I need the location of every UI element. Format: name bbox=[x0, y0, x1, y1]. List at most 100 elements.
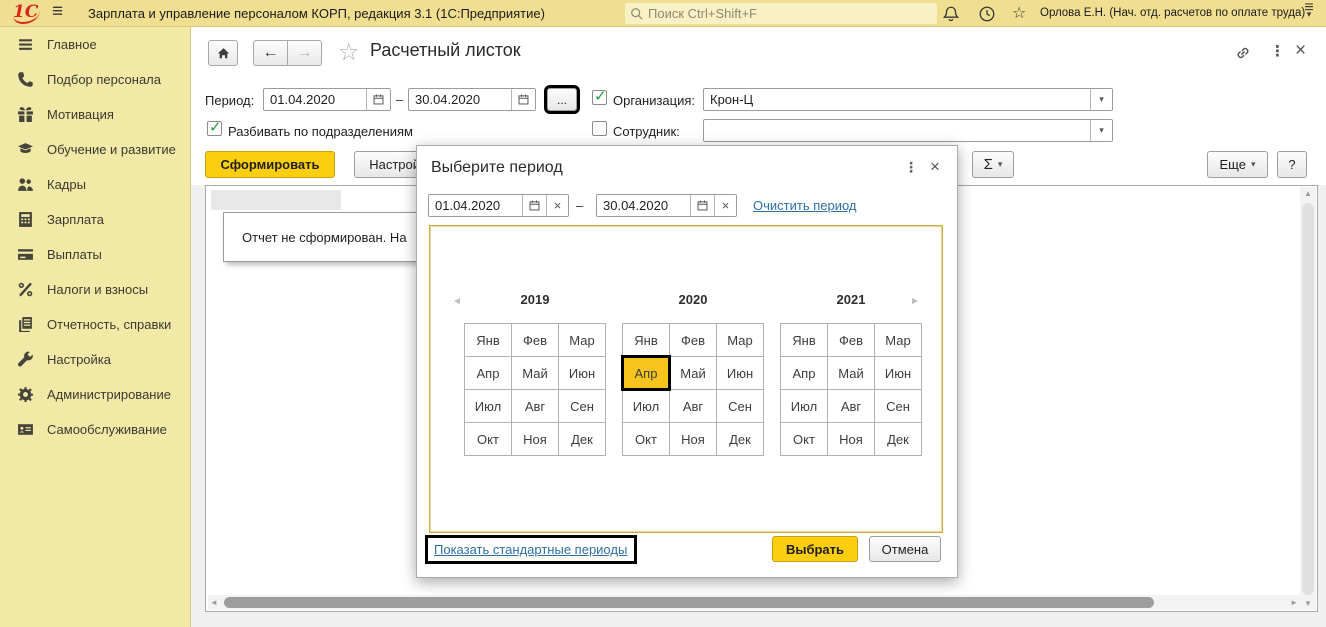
period-to-value[interactable]: 30.04.2020 bbox=[409, 89, 511, 110]
help-button[interactable]: ? bbox=[1277, 151, 1307, 178]
month-cell-мар-2020[interactable]: Мар bbox=[717, 324, 763, 356]
organization-combo[interactable]: Крон-Ц ▾ bbox=[703, 88, 1113, 111]
vertical-scroll-thumb[interactable] bbox=[1302, 203, 1314, 595]
month-cell-дек-2020[interactable]: Дек bbox=[717, 423, 763, 455]
month-cell-июл-2021[interactable]: Июл bbox=[781, 390, 827, 422]
generate-report-button[interactable]: Сформировать bbox=[205, 151, 335, 178]
sidebar-item-выплаты[interactable]: Выплаты bbox=[0, 237, 190, 272]
scroll-left-icon[interactable]: ◄ bbox=[210, 595, 218, 610]
more-menu-icon[interactable]: ⋮ bbox=[1270, 42, 1285, 60]
dropdown-caret-icon[interactable]: ▾ bbox=[1090, 120, 1112, 141]
month-cell-фев-2021[interactable]: Фев bbox=[828, 324, 874, 356]
main-menu-icon[interactable]: ≡ bbox=[52, 1, 63, 23]
calendar-picker-icon[interactable] bbox=[522, 195, 546, 216]
organization-checkbox[interactable]: ✓ bbox=[592, 90, 607, 105]
calendar-picker-icon[interactable] bbox=[366, 89, 390, 110]
month-cell-янв-2020[interactable]: Янв bbox=[623, 324, 669, 356]
month-cell-окт-2019[interactable]: Окт bbox=[465, 423, 511, 455]
history-icon[interactable] bbox=[978, 5, 996, 23]
calendar-prev-icon[interactable]: ◄ bbox=[452, 296, 462, 307]
period-from-field[interactable]: 01.04.2020 bbox=[263, 88, 391, 111]
employee-checkbox[interactable] bbox=[592, 121, 607, 136]
scroll-up-icon[interactable]: ▲ bbox=[1300, 189, 1316, 198]
dialog-period-from-value[interactable]: 01.04.2020 bbox=[429, 195, 522, 216]
horizontal-scrollbar[interactable]: ◄ ► bbox=[208, 595, 1300, 610]
sidebar-item-главное[interactable]: Главное bbox=[0, 27, 190, 62]
cancel-button[interactable]: Отмена bbox=[869, 536, 941, 562]
month-cell-авг-2021[interactable]: Авг bbox=[828, 390, 874, 422]
month-cell-фев-2020[interactable]: Фев bbox=[670, 324, 716, 356]
month-cell-май-2020[interactable]: Май bbox=[670, 357, 716, 389]
sidebar-item-зарплата[interactable]: Зарплата bbox=[0, 202, 190, 237]
month-cell-апр-2020[interactable]: Апр bbox=[623, 357, 669, 389]
month-cell-авг-2020[interactable]: Авг bbox=[670, 390, 716, 422]
dialog-period-to-field[interactable]: 30.04.2020 × bbox=[596, 194, 737, 217]
dialog-more-icon[interactable]: ⋮ bbox=[904, 159, 918, 176]
month-cell-июн-2021[interactable]: Июн bbox=[875, 357, 921, 389]
employee-value[interactable] bbox=[704, 120, 1090, 141]
month-cell-ноя-2020[interactable]: Ноя bbox=[670, 423, 716, 455]
month-cell-авг-2019[interactable]: Авг bbox=[512, 390, 558, 422]
month-cell-янв-2019[interactable]: Янв bbox=[465, 324, 511, 356]
close-form-icon[interactable]: × bbox=[1295, 40, 1306, 62]
favorite-star-icon[interactable]: ☆ bbox=[338, 38, 360, 67]
horizontal-scroll-thumb[interactable] bbox=[224, 597, 1154, 608]
month-cell-июл-2019[interactable]: Июл bbox=[465, 390, 511, 422]
favorites-star-icon[interactable]: ☆ bbox=[1012, 3, 1026, 23]
user-menu-icon[interactable]: ≡▾ bbox=[1299, 2, 1319, 20]
sidebar-item-самообслуживание[interactable]: Самообслуживание bbox=[0, 412, 190, 447]
dialog-period-to-value[interactable]: 30.04.2020 bbox=[597, 195, 690, 216]
sidebar-item-кадры[interactable]: Кадры bbox=[0, 167, 190, 202]
month-cell-сен-2020[interactable]: Сен bbox=[717, 390, 763, 422]
notifications-bell-icon[interactable] bbox=[942, 5, 960, 23]
sidebar-item-настройка[interactable]: Настройка bbox=[0, 342, 190, 377]
clear-date-icon[interactable]: × bbox=[714, 195, 736, 216]
sidebar-item-мотивация[interactable]: Мотивация bbox=[0, 97, 190, 132]
clear-date-icon[interactable]: × bbox=[546, 195, 568, 216]
month-cell-мар-2021[interactable]: Мар bbox=[875, 324, 921, 356]
sidebar-item-налоги-и-взносы[interactable]: Налоги и взносы bbox=[0, 272, 190, 307]
dropdown-caret-icon[interactable]: ▾ bbox=[1090, 89, 1112, 110]
more-button[interactable]: Еще▾ bbox=[1207, 151, 1268, 178]
month-cell-дек-2019[interactable]: Дек bbox=[559, 423, 605, 455]
get-link-icon[interactable] bbox=[1234, 44, 1252, 62]
month-cell-янв-2021[interactable]: Янв bbox=[781, 324, 827, 356]
scroll-down-icon[interactable]: ▼ bbox=[1300, 599, 1316, 608]
period-to-field[interactable]: 30.04.2020 bbox=[408, 88, 536, 111]
back-button[interactable]: ← bbox=[253, 40, 288, 66]
month-cell-дек-2021[interactable]: Дек bbox=[875, 423, 921, 455]
sidebar-item-обучение-и-развитие[interactable]: Обучение и развитие bbox=[0, 132, 190, 167]
current-user-name[interactable]: Орлова Е.Н. (Нач. отд. расчетов по оплат… bbox=[1040, 7, 1305, 19]
choose-period-button[interactable]: ... bbox=[547, 88, 577, 111]
global-search-input[interactable]: Поиск Ctrl+Shift+F bbox=[625, 3, 937, 24]
sidebar-item-отчетность-справки[interactable]: Отчетность, справки bbox=[0, 307, 190, 342]
period-from-value[interactable]: 01.04.2020 bbox=[264, 89, 366, 110]
clear-period-link[interactable]: Очистить период bbox=[753, 198, 857, 213]
month-cell-мар-2019[interactable]: Мар bbox=[559, 324, 605, 356]
month-cell-окт-2020[interactable]: Окт bbox=[623, 423, 669, 455]
home-button[interactable] bbox=[208, 40, 238, 66]
forward-button[interactable]: → bbox=[287, 40, 322, 66]
month-cell-апр-2019[interactable]: Апр bbox=[465, 357, 511, 389]
month-cell-ноя-2021[interactable]: Ноя bbox=[828, 423, 874, 455]
month-cell-сен-2019[interactable]: Сен bbox=[559, 390, 605, 422]
month-cell-июл-2020[interactable]: Июл bbox=[623, 390, 669, 422]
sidebar-item-подбор-персонала[interactable]: Подбор персонала bbox=[0, 62, 190, 97]
employee-combo[interactable]: ▾ bbox=[703, 119, 1113, 142]
show-standard-periods-link[interactable]: Показать стандартные периоды bbox=[434, 542, 627, 557]
scroll-right-icon[interactable]: ► bbox=[1290, 595, 1298, 610]
month-cell-апр-2021[interactable]: Апр bbox=[781, 357, 827, 389]
month-cell-июн-2019[interactable]: Июн bbox=[559, 357, 605, 389]
sidebar-item-администрирование[interactable]: Администрирование bbox=[0, 377, 190, 412]
sum-button[interactable]: Σ▾ bbox=[972, 151, 1014, 178]
calendar-picker-icon[interactable] bbox=[511, 89, 535, 110]
month-cell-фев-2019[interactable]: Фев bbox=[512, 324, 558, 356]
calendar-picker-icon[interactable] bbox=[690, 195, 714, 216]
month-cell-май-2021[interactable]: Май bbox=[828, 357, 874, 389]
select-button[interactable]: Выбрать bbox=[772, 536, 858, 562]
1c-logo-icon[interactable]: 1С bbox=[13, 2, 40, 24]
dialog-period-from-field[interactable]: 01.04.2020 × bbox=[428, 194, 569, 217]
split-by-departments-checkbox[interactable]: ✓ bbox=[207, 121, 222, 136]
month-cell-июн-2020[interactable]: Июн bbox=[717, 357, 763, 389]
month-cell-окт-2021[interactable]: Окт bbox=[781, 423, 827, 455]
